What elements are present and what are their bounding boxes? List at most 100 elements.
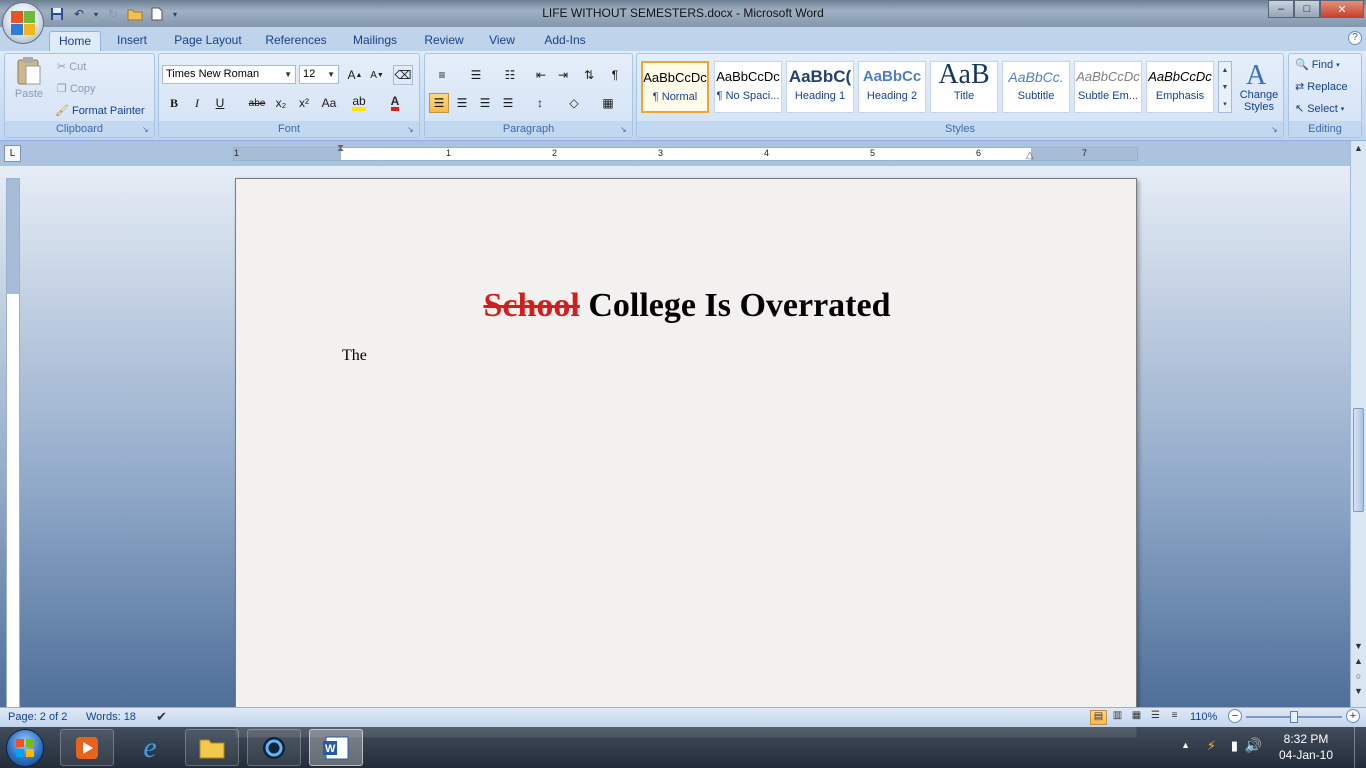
font-size-combo[interactable]: 12 ▼ — [299, 65, 339, 84]
new-document-icon[interactable] — [148, 5, 166, 23]
minimize-button[interactable]: – — [1268, 0, 1294, 18]
replace-button[interactable]: ⇄ Replace — [1295, 80, 1348, 94]
styles-launcher-icon[interactable]: ↘ — [1271, 125, 1281, 135]
shrink-font-button[interactable]: A ▼ — [367, 65, 387, 85]
scroll-down-icon[interactable]: ▼ — [1351, 641, 1366, 651]
vertical-scrollbar[interactable]: ▲ ▼ ▲ ○ ▼ — [1350, 141, 1366, 707]
copy-button[interactable]: ❐ Copy — [57, 82, 96, 96]
power-icon[interactable]: ▮ — [1231, 738, 1238, 754]
clear-formatting-icon[interactable]: ⌫ — [393, 65, 413, 85]
show-formatting-icon[interactable]: ¶ — [605, 65, 625, 85]
outline-icon[interactable]: ☰ — [1147, 710, 1164, 725]
tab-selector[interactable]: L — [4, 145, 21, 162]
italic-button[interactable]: I — [187, 93, 207, 113]
chevron-down-icon[interactable]: ▼ — [1219, 79, 1231, 96]
font-color-icon[interactable]: A — [385, 93, 405, 113]
style-heading-2[interactable]: AaBbCc Heading 2 — [858, 61, 926, 113]
customize-qat-icon[interactable]: ▾ — [170, 5, 180, 23]
vertical-ruler[interactable] — [6, 178, 20, 708]
sync-app-button[interactable] — [247, 729, 301, 766]
tab-review[interactable]: Review — [418, 31, 470, 51]
tab-page-layout[interactable]: Page Layout — [168, 31, 248, 51]
underline-button[interactable]: U — [210, 93, 230, 113]
right-indent-marker-icon[interactable]: △ — [1026, 150, 1034, 161]
bullets-icon[interactable]: ≡ — [429, 65, 455, 85]
network-icon[interactable]: ⚡ — [1207, 738, 1216, 754]
zoom-out-icon[interactable]: − — [1228, 709, 1242, 723]
decrease-indent-icon[interactable]: ⇤ — [531, 65, 551, 85]
increase-indent-icon[interactable]: ⇥ — [553, 65, 573, 85]
find-button[interactable]: 🔍 Find ▾ — [1295, 58, 1340, 72]
tab-home[interactable]: Home — [49, 31, 101, 51]
highlight-icon[interactable]: ab — [349, 93, 369, 113]
zoom-level[interactable]: 110% — [1190, 711, 1217, 723]
style-emphasis[interactable]: AaBbCcDc Emphasis — [1146, 61, 1214, 113]
font-name-combo[interactable]: Times New Roman ▼ — [162, 65, 296, 84]
multilevel-list-icon[interactable]: ☷ — [497, 65, 523, 85]
previous-page-icon[interactable]: ▲ — [1351, 656, 1366, 666]
tab-insert[interactable]: Insert — [108, 31, 156, 51]
paste-button[interactable]: Paste — [11, 56, 47, 100]
redo-icon[interactable]: ↻ — [104, 5, 122, 23]
office-button[interactable] — [2, 2, 44, 44]
tab-references[interactable]: References — [258, 31, 334, 51]
styles-scroll[interactable]: ▲ ▼ ▾ — [1218, 61, 1232, 113]
document-page[interactable]: School College Is Overrated The — [235, 178, 1137, 738]
start-button[interactable] — [6, 729, 44, 767]
document-heading[interactable]: School College Is Overrated — [236, 287, 1138, 325]
font-launcher-icon[interactable]: ↘ — [407, 125, 417, 135]
tab-mailings[interactable]: Mailings — [344, 31, 406, 51]
clock[interactable]: 8:32 PM 04-Jan-10 — [1276, 732, 1336, 762]
save-icon[interactable] — [48, 5, 66, 23]
maximize-button[interactable]: □ — [1294, 0, 1320, 18]
zoom-in-icon[interactable]: + — [1346, 709, 1360, 723]
print-layout-icon[interactable]: ▤ — [1090, 710, 1107, 725]
internet-explorer-button[interactable]: e — [123, 729, 177, 766]
grow-font-button[interactable]: A ▲ — [345, 65, 365, 85]
scrollbar-thumb[interactable] — [1353, 408, 1364, 512]
media-player-button[interactable] — [60, 729, 114, 766]
borders-icon[interactable]: ▦ — [595, 93, 621, 113]
full-screen-reading-icon[interactable]: ▥ — [1109, 710, 1126, 725]
align-right-icon[interactable]: ☰ — [475, 93, 495, 113]
draft-icon[interactable]: ≡ — [1166, 710, 1183, 725]
next-page-icon[interactable]: ▼ — [1351, 686, 1366, 696]
shading-icon[interactable]: ◇ — [561, 93, 587, 113]
clipboard-launcher-icon[interactable]: ↘ — [142, 125, 152, 135]
strikethrough-button[interactable]: abe — [245, 93, 269, 113]
horizontal-ruler[interactable]: 1 1 2 3 4 5 6 7 ⧗ △ — [233, 143, 1138, 161]
style-title[interactable]: AaB Title — [930, 61, 998, 113]
zoom-slider-thumb[interactable] — [1290, 711, 1298, 723]
open-icon[interactable] — [126, 5, 144, 23]
cut-button[interactable]: ✂ Cut — [57, 60, 86, 74]
style-heading-1[interactable]: AaBbC(Heading 1 — [786, 61, 854, 113]
align-center-icon[interactable]: ☰ — [452, 93, 472, 113]
body-paragraph[interactable]: The — [342, 347, 367, 365]
select-button[interactable]: ↖ Select ▾ — [1295, 102, 1344, 116]
style-subtitle[interactable]: AaBbCc. Subtitle — [1002, 61, 1070, 113]
style-normal[interactable]: AaBbCcDc ¶ Normal — [641, 61, 709, 113]
undo-dropdown-icon[interactable]: ▾ — [92, 5, 100, 23]
tab-view[interactable]: View — [482, 31, 522, 51]
superscript-button[interactable]: x² — [294, 93, 314, 113]
tab-add-ins[interactable]: Add-Ins — [536, 31, 594, 51]
paragraph-launcher-icon[interactable]: ↘ — [620, 125, 630, 135]
style-no-spacing[interactable]: AaBbCcDc ¶ No Spaci... — [714, 61, 782, 113]
subscript-button[interactable]: x₂ — [271, 93, 291, 113]
change-styles-button[interactable]: A Change Styles — [1235, 58, 1283, 113]
proofing-icon[interactable]: ✔ — [156, 709, 167, 725]
close-button[interactable]: ✕ — [1320, 0, 1364, 18]
numbering-icon[interactable]: ☰ — [463, 65, 489, 85]
style-subtle-emphasis[interactable]: AaBbCcDc Subtle Em... — [1074, 61, 1142, 113]
change-case-button[interactable]: Aa — [317, 93, 341, 113]
help-icon[interactable]: ? — [1348, 31, 1362, 45]
format-painter-button[interactable]: 🖌 Format Painter — [55, 104, 145, 118]
word-taskbar-button[interactable]: W — [309, 729, 363, 766]
align-left-icon[interactable]: ☰ — [429, 93, 449, 113]
scroll-up-icon[interactable]: ▲ — [1351, 143, 1366, 153]
indent-marker-icon[interactable]: ⧗ — [337, 143, 344, 154]
select-browse-object-icon[interactable]: ○ — [1351, 671, 1366, 681]
justify-icon[interactable]: ☰ — [498, 93, 518, 113]
explorer-button[interactable] — [185, 729, 239, 766]
bold-button[interactable]: B — [164, 93, 184, 113]
